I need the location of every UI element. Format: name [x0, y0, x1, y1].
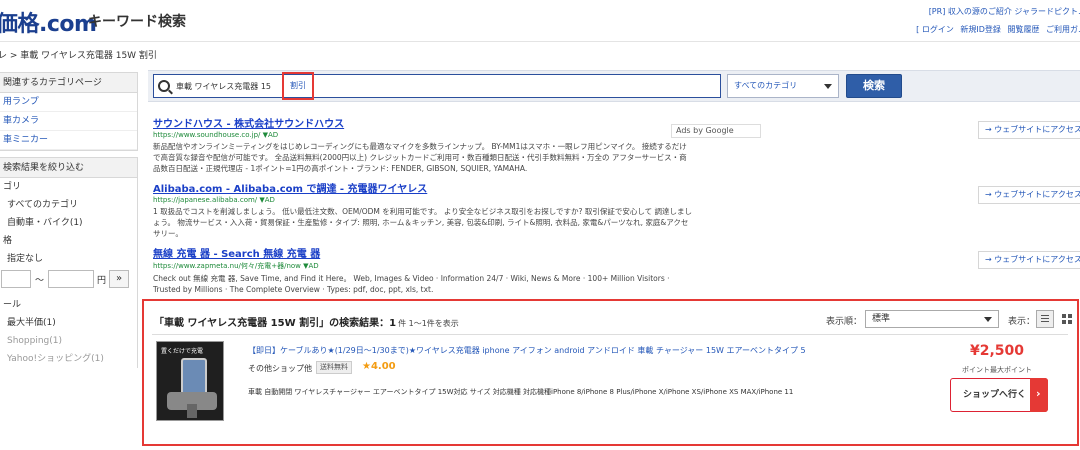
related-category-item[interactable]: 車ミニカー — [0, 131, 137, 150]
price-tilde: 〜 — [35, 275, 45, 286]
shop-name[interactable]: その他ショップ他 — [248, 363, 312, 374]
sort-select[interactable]: 標準 — [865, 310, 999, 328]
left-sidebar: 関連するカテゴリページ 用ランプ 車カメラ 車ミニカー 検索結果を絞り込む ゴリ… — [0, 72, 138, 450]
breadcrumb: レ > 車載 ワイヤレス充電器 15W 割引 — [0, 51, 157, 61]
points-note: ポイント最大ポイント — [962, 366, 1032, 374]
price-max-input[interactable] — [48, 270, 95, 288]
shop-filter-item[interactable]: 最大半価(1) — [0, 314, 137, 332]
ad-item: 無線 充電 器 - Search 無線 充電 器 https://www.zap… — [153, 245, 693, 295]
display-label: 表示： — [1008, 317, 1036, 327]
site-header: 価格.com キーワード検索 [PR] 収入の源のご紹介 ジャラードピクト… [… — [0, 0, 1080, 42]
arrow-right-icon — [1030, 378, 1048, 412]
sort-label: 表示順： — [826, 317, 863, 327]
ad-title[interactable]: 無線 充電 器 - Search 無線 充電 器 — [153, 245, 693, 260]
thumbnail-caption: 置くだけで充電 — [161, 348, 204, 355]
category-auto[interactable]: 自動車・バイク(1) — [0, 214, 137, 232]
price-filter-label: 格 — [3, 236, 13, 246]
chevron-down-icon — [824, 84, 832, 89]
site-logo[interactable]: 価格.com — [0, 6, 97, 38]
category-select[interactable]: すべてのカテゴリ — [727, 74, 839, 98]
go-to-shop-label: ショップへ行く — [963, 390, 1027, 400]
ad-url[interactable]: https://japanese.alibaba.com/ ▼AD — [153, 196, 693, 204]
product-description: 車載 自動開閉 ワイヤレスチャージャー エアーベントタイプ 15W対応 サイズ … — [248, 388, 794, 396]
shop-filter-item[interactable]: Shopping(1) — [0, 332, 137, 350]
highlight-box: 割引 — [282, 72, 314, 100]
product-price: ¥2,500 — [970, 343, 1025, 359]
grid-view-icon[interactable] — [1058, 310, 1076, 328]
search-button[interactable]: 検索 — [846, 74, 902, 98]
highlighted-keyword: 割引 — [290, 81, 306, 90]
category-select-value: すべてのカテゴリ — [734, 81, 798, 90]
search-results-box: 「車載 ワイヤレス充電器 15W 割引」の検索結果：1 件 1〜1件を表示 表示順… — [142, 299, 1079, 446]
ad-url[interactable]: https://www.zapmeta.nu/何々/充電+器/now ▼AD — [153, 261, 693, 271]
header-top-links[interactable]: [PR] 収入の源のご紹介 ジャラードピクト… — [929, 6, 1080, 17]
results-title: 「車載 ワイヤレス充電器 15W 割引」の検索結果：1 件 1〜1件を表示 — [154, 314, 459, 329]
help-link[interactable]: ご利用ガ… — [1046, 25, 1080, 34]
related-category-item[interactable]: 用ランプ — [0, 93, 137, 112]
product-rating: ★4.00 — [362, 361, 396, 372]
price-yen: 円 — [97, 275, 107, 286]
search-query-text: 車載 ワイヤレス充電器 15 — [176, 81, 272, 91]
visit-website-button[interactable]: → ウェブサイトにアクセス — [978, 121, 1080, 139]
sort-select-value: 標準 — [872, 314, 891, 324]
category-all[interactable]: すべてのカテゴリ — [0, 196, 137, 214]
product-title-link[interactable]: 【即日】ケーブルあり★(1/29日〜1/30まで)★ワイヤレス充電器 iphon… — [248, 345, 806, 356]
related-category-item[interactable]: 車カメラ — [0, 112, 137, 131]
shop-filter-item[interactable]: Yahoo!ショッピング(1) — [0, 350, 137, 368]
related-categories-box: 関連するカテゴリページ 用ランプ 車カメラ 車ミニカー — [0, 72, 138, 151]
visit-website-button[interactable]: → ウェブサイトにアクセス — [978, 186, 1080, 204]
logo-prefix: 価格 — [0, 12, 40, 37]
ads-by-google: Ads by Google — [671, 124, 761, 138]
ad-title[interactable]: Alibaba.com - Alibaba.com で調達 - 充電器ワイヤレス — [153, 180, 693, 195]
ad-url[interactable]: https://www.soundhouse.co.jp/ ▼AD — [153, 131, 693, 139]
ad-title[interactable]: サウンドハウス - 株式会社サウンドハウス — [153, 115, 693, 130]
header-user-links: [ ログイン 新規ID登録 閲覧履歴 ご利用ガ… — [912, 24, 1080, 35]
ad-description: Check out 無線 充電 器, Save Time, and Find i… — [153, 274, 670, 294]
results-count: 件 1〜1件を表示 — [398, 319, 459, 328]
filter-header: 検索結果を絞り込む — [0, 158, 137, 178]
search-input[interactable]: 車載 ワイヤレス充電器 15 割引 — [153, 72, 721, 100]
list-view-icon[interactable] — [1036, 310, 1054, 328]
visit-website-button[interactable]: → ウェブサイトにアクセス — [978, 251, 1080, 269]
ad-description: 1 取扱品でコストを削減しましょう。 低い最低注文数、OEM/ODM を利用可能… — [153, 207, 693, 238]
shop-filter-label: ール — [3, 300, 22, 310]
register-link[interactable]: 新規ID登録 — [960, 25, 1001, 34]
filter-box: 検索結果を絞り込む ゴリ すべてのカテゴリ 自動車・バイク(1) 格 指定なし … — [0, 157, 138, 368]
login-link[interactable]: [ ログイン — [916, 25, 954, 34]
ad-item: Alibaba.com - Alibaba.com で調達 - 充電器ワイヤレス… — [153, 180, 693, 239]
ad-item: サウンドハウス - 株式会社サウンドハウス https://www.soundh… — [153, 115, 693, 174]
page-subtitle: キーワード検索 — [88, 14, 186, 30]
history-link[interactable]: 閲覧履歴 — [1007, 25, 1039, 34]
search-bar: 車載 ワイヤレス充電器 15 割引 すべてのカテゴリ 検索 — [148, 70, 1080, 102]
category-filter-label: ゴリ — [3, 182, 22, 192]
search-icon — [158, 80, 170, 92]
results-header: 「車載 ワイヤレス充電器 15W 割引」の検索結果：1 件 1〜1件を表示 表示順… — [152, 309, 1068, 335]
price-none[interactable]: 指定なし — [0, 250, 137, 268]
ad-description: 新品配信やオンラインミーティングをはじめレコーディングにも最適なマイクを多数ライ… — [153, 142, 687, 173]
price-range-row: 〜 円 » — [0, 268, 137, 290]
results-title-text: 「車載 ワイヤレス充電器 15W 割引」の検索結果：1 — [154, 318, 397, 329]
chevron-down-icon — [984, 317, 992, 322]
product-thumbnail[interactable]: 置くだけで充電 — [156, 341, 224, 421]
related-categories-header: 関連するカテゴリページ — [0, 73, 137, 93]
free-shipping-badge: 送料無料 — [316, 361, 352, 374]
holder-stand-shape — [187, 404, 197, 418]
price-min-input[interactable] — [1, 270, 31, 288]
price-go-button[interactable]: » — [109, 270, 130, 288]
go-to-shop-button[interactable]: ショップへ行く — [950, 378, 1048, 412]
